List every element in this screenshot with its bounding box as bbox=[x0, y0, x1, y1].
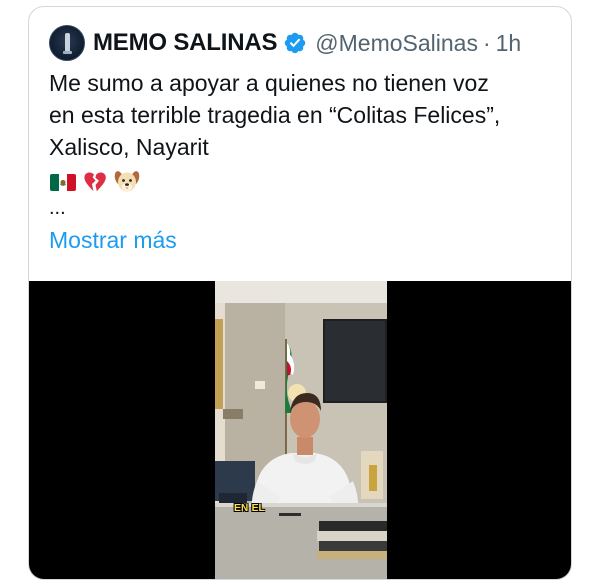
author-name[interactable]: MEMO SALINAS bbox=[93, 29, 277, 57]
tweet-text-line: Me sumo a apoyar a quienes no tienen voz bbox=[49, 70, 489, 96]
video-caption: EN EL bbox=[234, 503, 265, 514]
emoji-row bbox=[49, 167, 141, 197]
avatar[interactable] bbox=[49, 25, 85, 61]
show-more-link[interactable]: Mostrar más bbox=[49, 227, 177, 254]
tweet-timestamp[interactable]: 1h bbox=[496, 30, 522, 57]
author-handle[interactable]: @MemoSalinas bbox=[315, 30, 478, 57]
mexico-flag-icon bbox=[50, 174, 76, 191]
tweet-text-line: en esta terrible tragedia en “Colitas Fe… bbox=[49, 102, 501, 128]
tweet-header: MEMO SALINAS @MemoSalinas · 1h bbox=[49, 23, 521, 63]
broken-heart-icon bbox=[84, 172, 106, 192]
tweet-text-line: Xalisco, Nayarit bbox=[49, 134, 209, 160]
verified-badge-icon bbox=[285, 32, 306, 54]
video-player[interactable]: EN EL bbox=[29, 281, 571, 580]
truncation-ellipsis: ... bbox=[49, 197, 66, 219]
separator-dot: · bbox=[482, 29, 491, 56]
tweet-card[interactable]: MEMO SALINAS @MemoSalinas · 1h Me sumo a… bbox=[28, 6, 572, 580]
video-thumbnail[interactable] bbox=[215, 281, 387, 580]
dog-face-icon bbox=[114, 171, 140, 192]
tweet-text: Me sumo a apoyar a quienes no tienen voz… bbox=[49, 67, 559, 163]
